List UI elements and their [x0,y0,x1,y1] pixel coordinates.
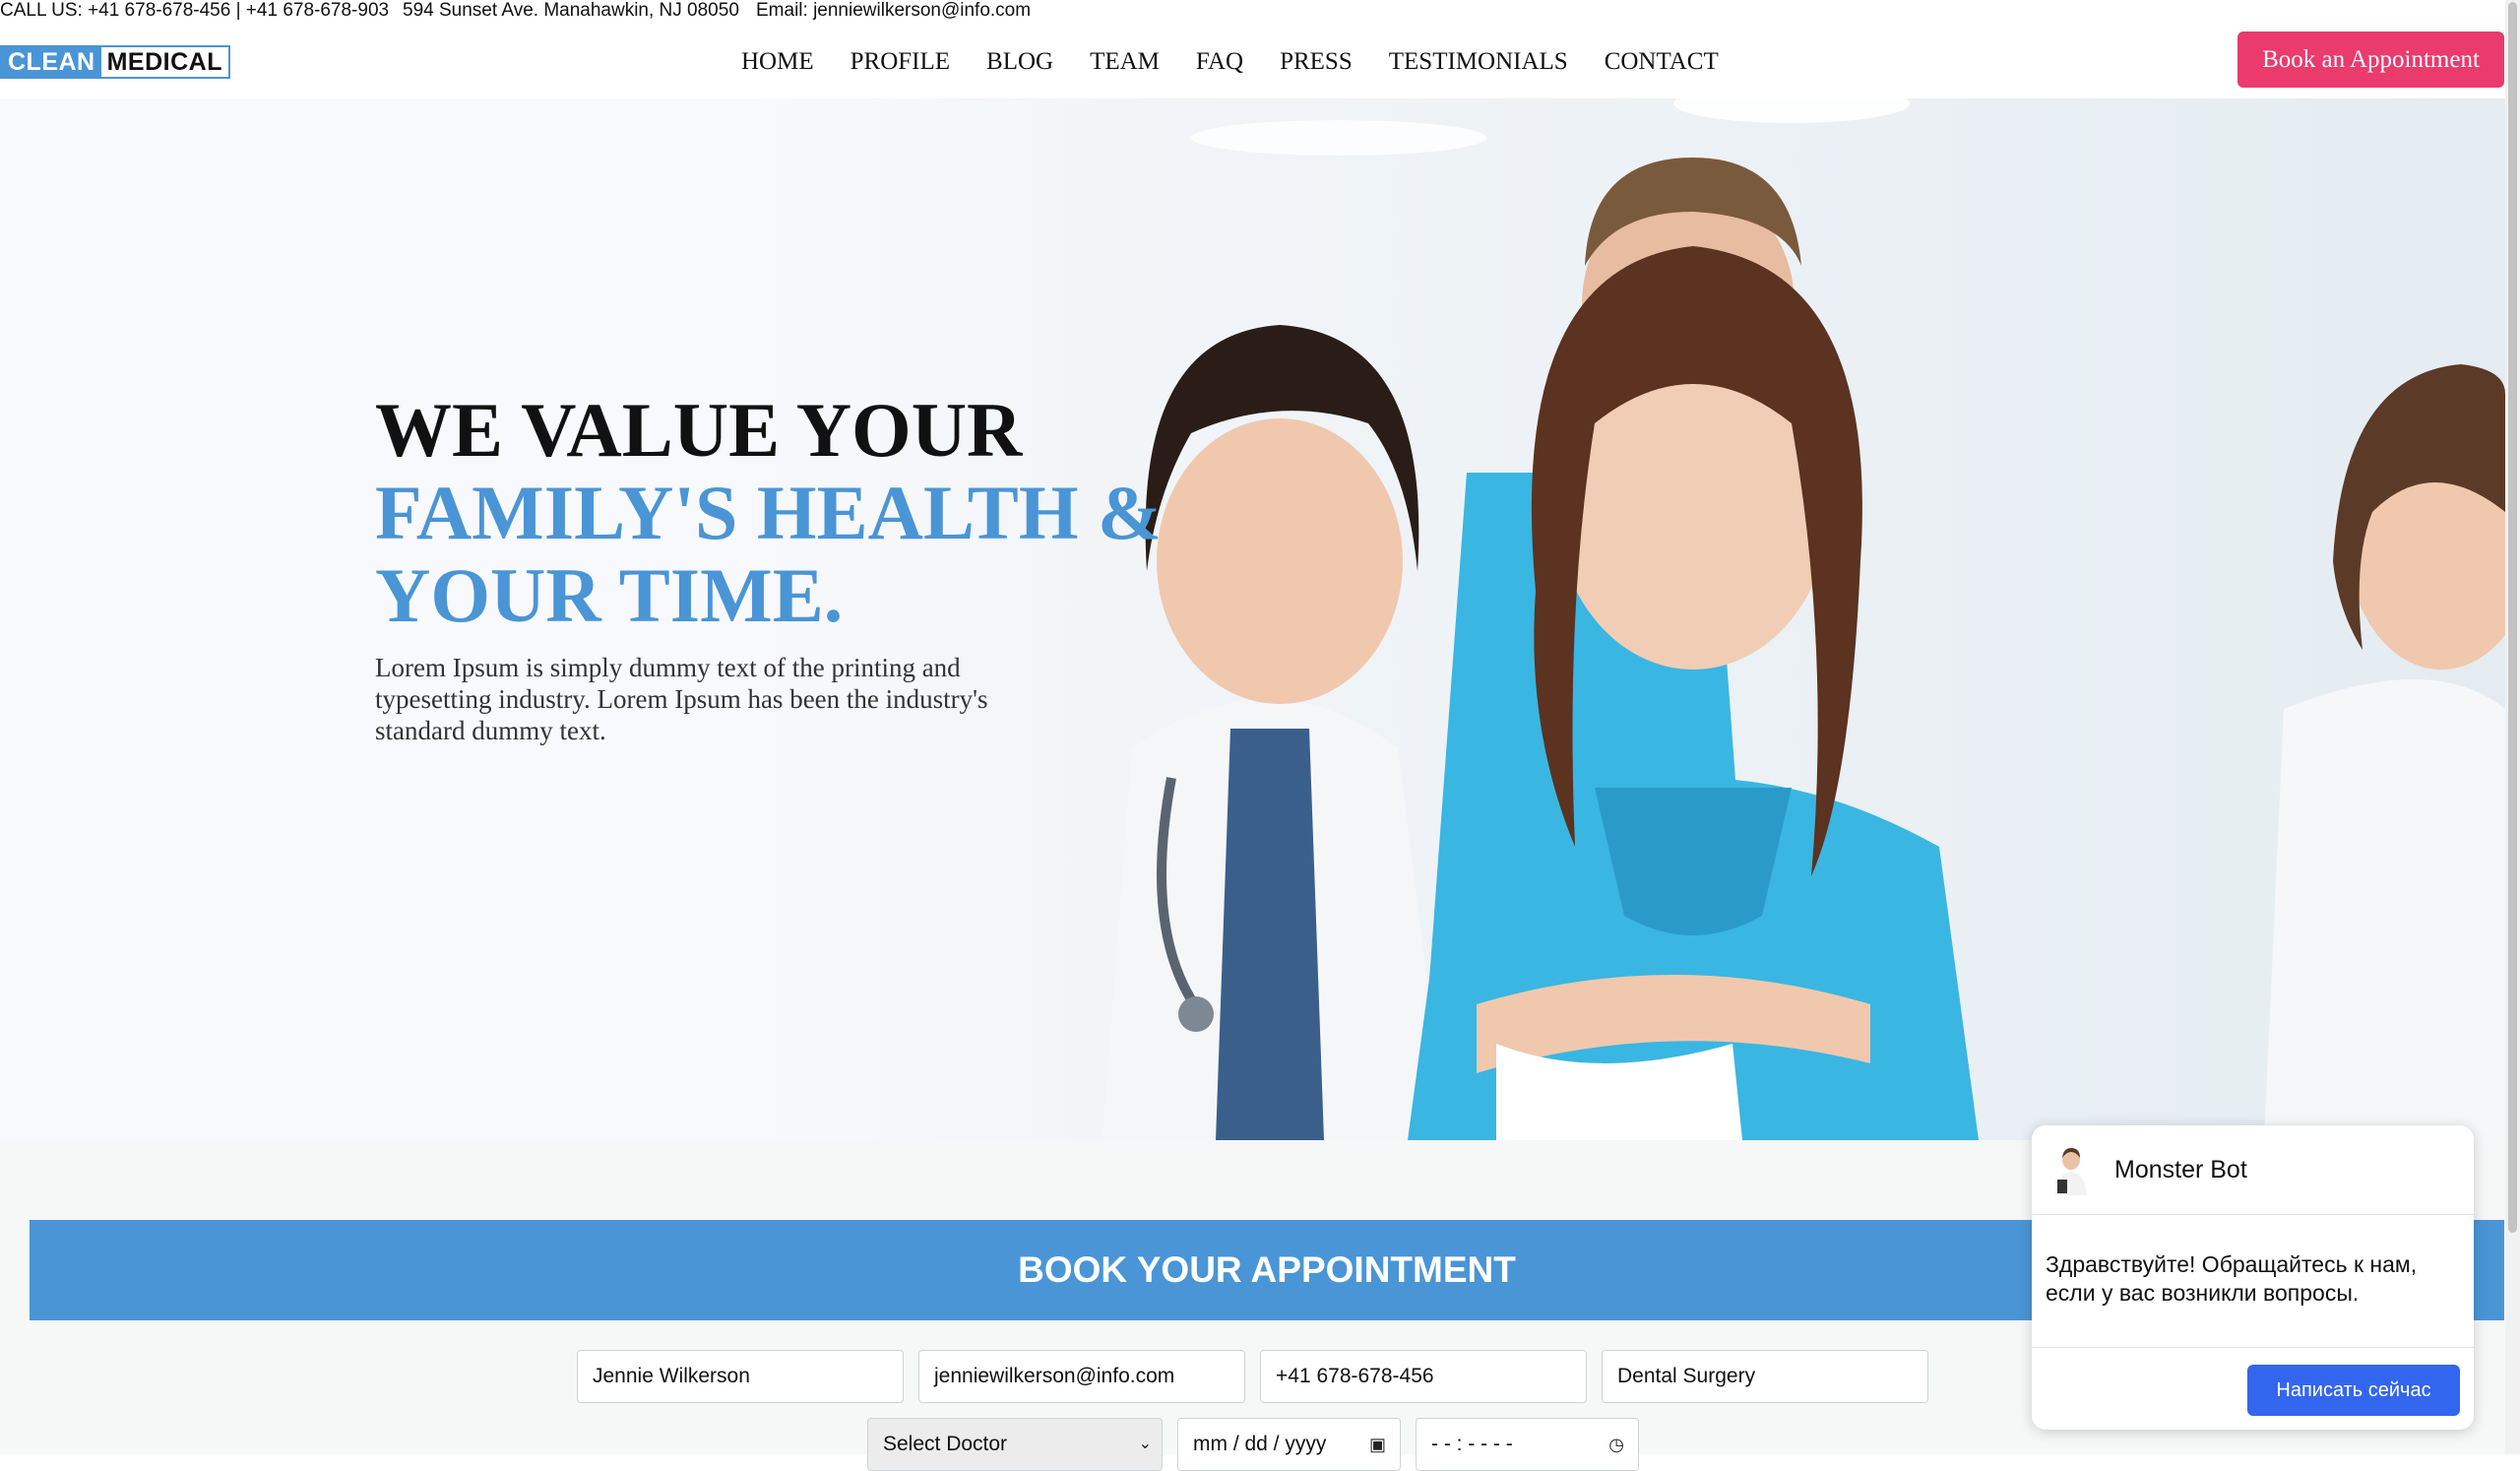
book-appointment-button[interactable]: Book an Appointment [2237,32,2504,88]
hero-staff-photo [984,98,2505,1140]
hero-title-line-1: WE VALUE YOUR [375,387,1023,473]
chevron-down-icon: ⌄ [1138,1436,1152,1452]
hero-title: WE VALUE YOUR FAMILY'S HEALTH & YOUR TIM… [375,389,1162,637]
nav-testimonials[interactable]: TESTIMONIALS [1389,45,1568,79]
chat-message: Здравствуйте! Обращайтесь к нам, если у … [2032,1215,2474,1348]
hero-title-line-3: YOUR TIME. [375,552,844,638]
hero-description: Lorem Ipsum is simply dummy text of the … [375,653,988,745]
name-field[interactable]: Jennie Wilkerson [577,1350,904,1403]
date-placeholder: mm / dd / yyyy [1193,1433,1327,1455]
department-field[interactable]: Dental Surgery [1602,1350,1928,1403]
email-field[interactable]: jenniewilkerson@info.com [918,1350,1245,1403]
calendar-icon[interactable]: ▣ [1369,1419,1386,1470]
call-us-text: CALL US: +41 678-678-456 | +41 678-678-9… [0,0,390,21]
bot-name: Monster Bot [2114,1155,2247,1183]
address-text: 594 Sunset Ave. Manahawkin, NJ 08050 [403,0,739,21]
site-header: CLEAN MEDICAL HOME PROFILE BLOG TEAM FAQ… [0,24,2505,98]
logo-medical: MEDICAL [100,47,228,77]
chat-header: Monster Bot [2032,1125,2474,1215]
bot-avatar [2044,1142,2099,1197]
booking-title: BOOK YOUR APPOINTMENT [1018,1249,1516,1290]
nav-home[interactable]: HOME [741,45,814,79]
page-scrollbar[interactable] [2505,0,2520,1454]
date-field[interactable]: mm / dd / yyyy ▣ [1177,1418,1401,1471]
nav-contact[interactable]: CONTACT [1605,45,1719,79]
clock-icon[interactable]: ◷ [1608,1419,1624,1470]
hero-section: WE VALUE YOUR FAMILY'S HEALTH & YOUR TIM… [0,98,2505,1140]
hero-title-line-2: FAMILY'S HEALTH & [375,470,1162,555]
nav-blog[interactable]: BLOG [986,45,1053,79]
nav-press[interactable]: PRESS [1280,45,1353,79]
nav-profile[interactable]: PROFILE [850,45,950,79]
logo-clean: CLEAN [2,47,101,77]
time-field[interactable]: - - : - - - - ◷ [1416,1418,1639,1471]
email-text: Email: jenniewilkerson@info.com [756,0,1032,21]
doctor-select[interactable]: Select Doctor ⌄ [867,1418,1163,1471]
top-info-bar: CALL US: +41 678-678-456 | +41 678-678-9… [0,0,2505,24]
doctor-select-label: Select Doctor [883,1433,1008,1455]
chat-widget: Monster Bot Здравствуйте! Обращайтесь к … [2032,1125,2474,1430]
logo[interactable]: CLEAN MEDICAL [0,45,230,79]
time-placeholder: - - : - - - - [1431,1433,1513,1455]
scrollbar-thumb[interactable] [2508,2,2517,1233]
main-nav: HOME PROFILE BLOG TEAM FAQ PRESS TESTIMO… [741,45,1755,79]
nav-team[interactable]: TEAM [1090,45,1160,79]
write-now-button[interactable]: Написать сейчас [2247,1365,2460,1416]
nav-faq[interactable]: FAQ [1196,45,1243,79]
phone-field[interactable]: +41 678-678-456 [1260,1350,1587,1403]
